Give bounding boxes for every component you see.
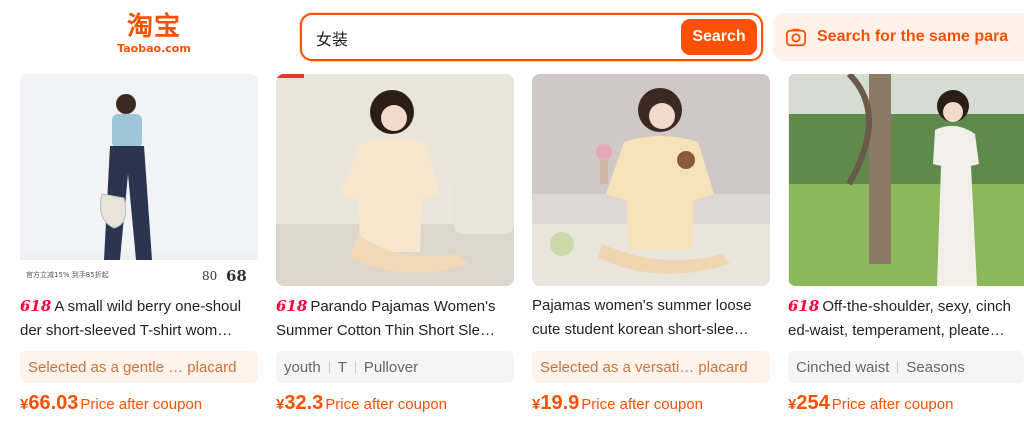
product-tags: Selected as a gentle … placard: [20, 351, 258, 383]
price-row: ¥ 32.3 Price after coupon: [276, 392, 447, 418]
tag-item: youth: [284, 358, 321, 376]
badge-618: 618: [788, 297, 820, 315]
tag-item: Selected as a gentle … placard: [28, 358, 237, 376]
price-note: Price after coupon: [325, 396, 448, 413]
title-line-2: ed-waist, temperament, pleate…: [788, 322, 1005, 339]
price-value: 254: [796, 392, 830, 414]
currency-symbol: ¥: [20, 396, 29, 413]
search-same-label: Search for the same para: [817, 28, 1009, 45]
taobao-logo[interactable]: 淘宝 Taobao.com: [114, 12, 194, 62]
image-overlay-text: 官方立减15% 到手85折起: [26, 270, 109, 279]
price-row: ¥ 254 Price after coupon: [788, 392, 953, 418]
product-title[interactable]: Pajamas women's summer loose cute studen…: [532, 294, 770, 342]
price-value: 19.9: [540, 392, 580, 414]
product-tags: Selected as a versati… placard: [532, 351, 770, 383]
tag-divider: [897, 361, 899, 373]
price-value: 32.3: [284, 392, 324, 414]
search-box: Search: [300, 13, 763, 61]
title-line-1: A small wild berry one-shoul: [54, 298, 242, 315]
price-row: ¥ 66.03 Price after coupon: [20, 392, 202, 418]
currency-symbol: ¥: [276, 396, 285, 413]
price-note: Price after coupon: [831, 396, 954, 413]
product-image[interactable]: 官方立减15% 到手85折起 80 68: [20, 74, 258, 286]
price-row: ¥ 19.9 Price after coupon: [532, 392, 703, 418]
tag-item: Selected as a versati… placard: [540, 358, 748, 376]
currency-symbol: ¥: [532, 396, 541, 413]
price-value: 66.03: [28, 392, 79, 414]
search-same-button[interactable]: Search for the same para: [773, 13, 1024, 61]
product-title[interactable]: 618 Off-the-shoulder, sexy, cinch ed-wais…: [788, 294, 1024, 343]
title-line-2: cute student korean short-slee…: [532, 321, 749, 338]
title-line-2: Summer Cotton Thin Short Sle…: [276, 322, 495, 339]
header: 淘宝 Taobao.com Search Search for the same…: [0, 0, 1024, 76]
tag-divider: [354, 361, 356, 373]
product-image[interactable]: [788, 74, 1024, 286]
title-line-2: der short-sleeved T-shirt wom…: [20, 322, 233, 339]
tag-item: Cinched waist: [796, 358, 890, 376]
product-tags: Cinched waist Seasons: [788, 351, 1024, 383]
tag-item: T: [337, 358, 347, 376]
camera-icon: [785, 28, 807, 47]
product-tags: youth T Pullover: [276, 351, 514, 383]
tag-item: Seasons: [906, 358, 965, 376]
title-line-1: Off-the-shoulder, sexy, cinch: [822, 298, 1012, 315]
logo-chinese: 淘宝: [126, 12, 181, 42]
title-line-1: Pajamas women's summer loose: [532, 297, 752, 314]
image-overlay-num-b: 68: [226, 267, 247, 285]
badge-618: 618: [276, 297, 308, 315]
product-title[interactable]: 618 Parando Pajamas Women's Summer Cotton…: [276, 294, 514, 343]
badge-618: 618: [20, 297, 52, 315]
product-card[interactable]: Pajamas women's summer loose cute studen…: [532, 74, 770, 422]
tag-item: Pullover: [363, 358, 419, 376]
product-card[interactable]: 官方立减15% 到手85折起 80 68 618 A small wild ber…: [20, 74, 258, 422]
product-card[interactable]: 618 Off-the-shoulder, sexy, cinch ed-wais…: [788, 74, 1024, 422]
title-line-1: Parando Pajamas Women's: [310, 298, 496, 315]
tag-divider: [328, 361, 330, 373]
product-image[interactable]: [276, 74, 514, 286]
product-title[interactable]: 618 A small wild berry one-shoul der shor…: [20, 294, 258, 343]
currency-symbol: ¥: [788, 396, 797, 413]
image-overlay-num-a: 80: [202, 269, 217, 283]
logo-english: Taobao.com: [117, 42, 191, 55]
product-card[interactable]: 618 Parando Pajamas Women's Summer Cotton…: [276, 74, 514, 422]
search-button[interactable]: Search: [681, 19, 757, 55]
price-note: Price after coupon: [581, 396, 704, 413]
price-note: Price after coupon: [80, 396, 203, 413]
search-input[interactable]: [316, 25, 676, 51]
product-image[interactable]: [532, 74, 770, 286]
